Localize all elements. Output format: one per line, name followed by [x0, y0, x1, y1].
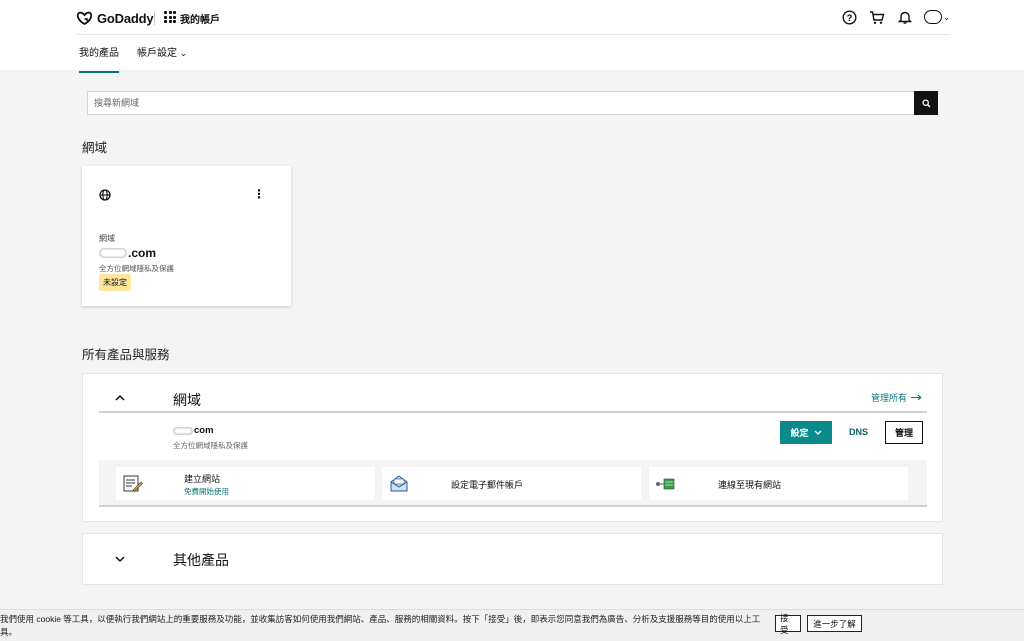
redacted-domain [99, 248, 127, 258]
site-header: GoDaddy 我的帳戶 ? ⌄ 我的產品 帳戶設定 ⌄ [0, 0, 1024, 73]
tab-account-settings[interactable]: 帳戶設定 ⌄ [137, 44, 187, 73]
header-icons: ? ⌄ [840, 8, 950, 26]
action-connect-site[interactable]: 連線至現有網站 [649, 467, 908, 500]
setup-button[interactable]: 設定 [780, 421, 832, 444]
logo-text: GoDaddy [97, 10, 154, 26]
action-setup-email-title: 設定電子郵件帳戶 [451, 480, 524, 490]
avatar [924, 10, 943, 24]
card-domain-suffix: .com [128, 246, 157, 260]
help-icon[interactable]: ? [840, 8, 858, 26]
action-build-website-title: 建立網站 [184, 474, 221, 484]
manage-button[interactable]: 管理 [885, 421, 923, 444]
domain-products-panel: 網域 管理所有 com 全方位網域隱私及保護 設定 DNS 管理 建立網站 免費… [82, 373, 943, 522]
manage-all-link[interactable]: 管理所有 [871, 391, 922, 404]
godaddy-logo[interactable]: GoDaddy [76, 10, 154, 26]
arrow-right-icon [911, 394, 922, 401]
chevron-down-icon: ⌄ [179, 48, 188, 58]
other-products-title: 其他產品 [173, 552, 229, 568]
redacted-domain [173, 426, 193, 435]
action-build-website-link[interactable]: 免費開始使用 [184, 486, 229, 497]
all-products-title: 所有產品與服務 [82, 348, 170, 362]
divider [99, 411, 927, 413]
website-builder-icon [122, 473, 144, 495]
product-domain-name[interactable]: com [173, 425, 214, 436]
product-domain-subtitle: 全方位網域隱私及保護 [173, 441, 248, 450]
learn-more-button[interactable]: 進一步了解 [807, 615, 862, 632]
action-build-website[interactable]: 建立網站 免費開始使用 [116, 467, 375, 500]
action-setup-email[interactable]: 設定電子郵件帳戶 [382, 467, 641, 500]
domain-card[interactable]: ⋮ 網域 .com 全方位網域隱私及保護 未設定 [82, 166, 291, 306]
setup-button-label: 設定 [790, 428, 809, 438]
search-input[interactable] [88, 92, 908, 114]
card-domain-name[interactable]: .com [99, 246, 156, 260]
dns-button[interactable]: DNS [849, 427, 868, 437]
search-button[interactable] [914, 91, 938, 115]
card-label: 網域 [99, 234, 115, 243]
action-connect-site-title: 連線至現有網站 [718, 480, 782, 490]
tab-my-products[interactable]: 我的產品 [79, 44, 119, 73]
product-domain-suffix: com [194, 425, 214, 436]
cookie-text: 我們使用 cookie 等工具，以便執行我們網站上的重要服務及功能，並收集訪客如… [0, 614, 761, 637]
header-divider [154, 11, 155, 25]
email-icon [388, 473, 410, 495]
domain-group-title: 網域 [173, 392, 201, 408]
svg-text:?: ? [847, 13, 853, 23]
globe-icon [99, 189, 111, 204]
chevron-down-icon [814, 430, 821, 435]
apps-grid-icon[interactable] [164, 11, 176, 23]
bell-icon[interactable] [896, 8, 914, 26]
more-options-icon[interactable]: ⋮ [253, 188, 265, 200]
tab-account-settings-label: 帳戶設定 [137, 48, 177, 59]
sub-navigation: 我的產品 帳戶設定 ⌄ [79, 44, 187, 73]
cookie-banner: 我們使用 cookie 等工具，以便執行我們網站上的重要服務及功能，並收集訪客如… [0, 609, 1024, 641]
account-menu[interactable]: ⌄ [924, 10, 950, 24]
search-icon [921, 98, 930, 107]
my-account-link[interactable]: 我的帳戶 [180, 11, 220, 26]
chevron-up-icon[interactable] [115, 392, 125, 404]
chevron-down-icon[interactable] [115, 554, 125, 566]
card-subtitle: 全方位網域隱私及保護 [99, 264, 174, 273]
domain-search [87, 91, 938, 115]
status-badge: 未設定 [99, 274, 131, 291]
accept-cookies-button[interactable]: 接受 [775, 613, 801, 635]
manage-all-label: 管理所有 [870, 393, 907, 403]
domains-section-title: 網域 [82, 141, 108, 155]
quick-actions-row: 建立網站 免費開始使用 設定電子郵件帳戶 連線至現有網站 [99, 460, 927, 507]
cart-icon[interactable] [868, 8, 886, 26]
connect-site-icon [655, 473, 677, 495]
other-products-panel[interactable]: 其他產品 [82, 533, 943, 585]
chevron-down-icon: ⌄ [943, 12, 950, 22]
godaddy-logo-icon [76, 11, 93, 25]
top-bar: GoDaddy 我的帳戶 ? ⌄ [76, 0, 950, 35]
